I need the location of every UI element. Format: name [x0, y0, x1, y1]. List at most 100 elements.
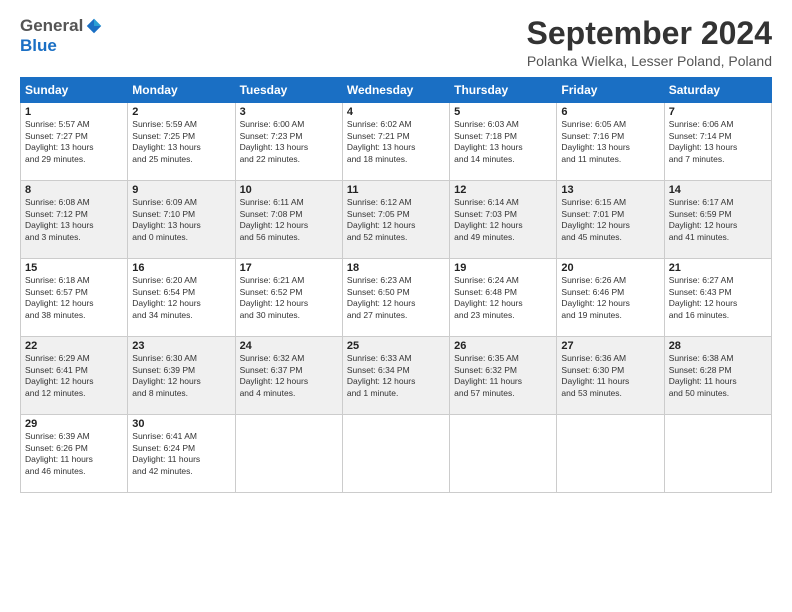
day-info: Sunrise: 6:33 AM Sunset: 6:34 PM Dayligh… — [347, 353, 445, 399]
table-row: 6Sunrise: 6:05 AM Sunset: 7:16 PM Daylig… — [557, 103, 664, 181]
table-row: 13Sunrise: 6:15 AM Sunset: 7:01 PM Dayli… — [557, 181, 664, 259]
title-section: September 2024 Polanka Wielka, Lesser Po… — [527, 16, 772, 69]
day-number: 4 — [347, 106, 445, 118]
table-row: 24Sunrise: 6:32 AM Sunset: 6:37 PM Dayli… — [235, 337, 342, 415]
day-number: 28 — [669, 340, 767, 352]
day-number: 15 — [25, 262, 123, 274]
day-number: 23 — [132, 340, 230, 352]
day-number: 19 — [454, 262, 552, 274]
table-row: 16Sunrise: 6:20 AM Sunset: 6:54 PM Dayli… — [128, 259, 235, 337]
day-info: Sunrise: 6:15 AM Sunset: 7:01 PM Dayligh… — [561, 197, 659, 243]
day-info: Sunrise: 6:03 AM Sunset: 7:18 PM Dayligh… — [454, 119, 552, 165]
day-number: 18 — [347, 262, 445, 274]
col-monday: Monday — [128, 78, 235, 103]
day-number: 1 — [25, 106, 123, 118]
table-row: 25Sunrise: 6:33 AM Sunset: 6:34 PM Dayli… — [342, 337, 449, 415]
table-row: 23Sunrise: 6:30 AM Sunset: 6:39 PM Dayli… — [128, 337, 235, 415]
table-row: 7Sunrise: 6:06 AM Sunset: 7:14 PM Daylig… — [664, 103, 771, 181]
table-row: 19Sunrise: 6:24 AM Sunset: 6:48 PM Dayli… — [450, 259, 557, 337]
calendar-week-row: 22Sunrise: 6:29 AM Sunset: 6:41 PM Dayli… — [21, 337, 772, 415]
table-row — [664, 415, 771, 493]
day-number: 8 — [25, 184, 123, 196]
col-friday: Friday — [557, 78, 664, 103]
day-number: 7 — [669, 106, 767, 118]
day-info: Sunrise: 6:18 AM Sunset: 6:57 PM Dayligh… — [25, 275, 123, 321]
day-number: 14 — [669, 184, 767, 196]
day-info: Sunrise: 6:21 AM Sunset: 6:52 PM Dayligh… — [240, 275, 338, 321]
day-number: 24 — [240, 340, 338, 352]
table-row: 12Sunrise: 6:14 AM Sunset: 7:03 PM Dayli… — [450, 181, 557, 259]
day-number: 25 — [347, 340, 445, 352]
table-row: 18Sunrise: 6:23 AM Sunset: 6:50 PM Dayli… — [342, 259, 449, 337]
col-saturday: Saturday — [664, 78, 771, 103]
page-header: General Blue September 2024 Polanka Wiel… — [20, 16, 772, 69]
day-info: Sunrise: 6:02 AM Sunset: 7:21 PM Dayligh… — [347, 119, 445, 165]
day-info: Sunrise: 6:36 AM Sunset: 6:30 PM Dayligh… — [561, 353, 659, 399]
day-number: 30 — [132, 418, 230, 430]
table-row — [557, 415, 664, 493]
day-info: Sunrise: 6:08 AM Sunset: 7:12 PM Dayligh… — [25, 197, 123, 243]
table-row: 10Sunrise: 6:11 AM Sunset: 7:08 PM Dayli… — [235, 181, 342, 259]
table-row: 2Sunrise: 5:59 AM Sunset: 7:25 PM Daylig… — [128, 103, 235, 181]
table-row: 30Sunrise: 6:41 AM Sunset: 6:24 PM Dayli… — [128, 415, 235, 493]
day-number: 12 — [454, 184, 552, 196]
col-thursday: Thursday — [450, 78, 557, 103]
day-info: Sunrise: 5:59 AM Sunset: 7:25 PM Dayligh… — [132, 119, 230, 165]
day-number: 2 — [132, 106, 230, 118]
table-row: 26Sunrise: 6:35 AM Sunset: 6:32 PM Dayli… — [450, 337, 557, 415]
col-wednesday: Wednesday — [342, 78, 449, 103]
day-info: Sunrise: 6:00 AM Sunset: 7:23 PM Dayligh… — [240, 119, 338, 165]
table-row: 20Sunrise: 6:26 AM Sunset: 6:46 PM Dayli… — [557, 259, 664, 337]
calendar-week-row: 8Sunrise: 6:08 AM Sunset: 7:12 PM Daylig… — [21, 181, 772, 259]
table-row — [342, 415, 449, 493]
calendar-week-row: 15Sunrise: 6:18 AM Sunset: 6:57 PM Dayli… — [21, 259, 772, 337]
day-info: Sunrise: 6:05 AM Sunset: 7:16 PM Dayligh… — [561, 119, 659, 165]
table-row: 27Sunrise: 6:36 AM Sunset: 6:30 PM Dayli… — [557, 337, 664, 415]
day-info: Sunrise: 6:26 AM Sunset: 6:46 PM Dayligh… — [561, 275, 659, 321]
col-tuesday: Tuesday — [235, 78, 342, 103]
table-row — [235, 415, 342, 493]
day-info: Sunrise: 6:06 AM Sunset: 7:14 PM Dayligh… — [669, 119, 767, 165]
calendar-week-row: 1Sunrise: 5:57 AM Sunset: 7:27 PM Daylig… — [21, 103, 772, 181]
day-number: 21 — [669, 262, 767, 274]
logo: General Blue — [20, 16, 103, 56]
logo-general: General — [20, 16, 83, 36]
table-row: 4Sunrise: 6:02 AM Sunset: 7:21 PM Daylig… — [342, 103, 449, 181]
day-number: 13 — [561, 184, 659, 196]
table-row: 14Sunrise: 6:17 AM Sunset: 6:59 PM Dayli… — [664, 181, 771, 259]
month-title: September 2024 — [527, 16, 772, 51]
table-row: 3Sunrise: 6:00 AM Sunset: 7:23 PM Daylig… — [235, 103, 342, 181]
day-number: 6 — [561, 106, 659, 118]
day-info: Sunrise: 6:27 AM Sunset: 6:43 PM Dayligh… — [669, 275, 767, 321]
day-number: 26 — [454, 340, 552, 352]
table-row — [450, 415, 557, 493]
table-row: 11Sunrise: 6:12 AM Sunset: 7:05 PM Dayli… — [342, 181, 449, 259]
table-row: 29Sunrise: 6:39 AM Sunset: 6:26 PM Dayli… — [21, 415, 128, 493]
table-row: 15Sunrise: 6:18 AM Sunset: 6:57 PM Dayli… — [21, 259, 128, 337]
day-info: Sunrise: 5:57 AM Sunset: 7:27 PM Dayligh… — [25, 119, 123, 165]
day-info: Sunrise: 6:41 AM Sunset: 6:24 PM Dayligh… — [132, 431, 230, 477]
day-number: 16 — [132, 262, 230, 274]
table-row: 5Sunrise: 6:03 AM Sunset: 7:18 PM Daylig… — [450, 103, 557, 181]
day-number: 17 — [240, 262, 338, 274]
logo-icon — [85, 17, 103, 35]
day-number: 10 — [240, 184, 338, 196]
day-info: Sunrise: 6:29 AM Sunset: 6:41 PM Dayligh… — [25, 353, 123, 399]
day-info: Sunrise: 6:23 AM Sunset: 6:50 PM Dayligh… — [347, 275, 445, 321]
table-row: 1Sunrise: 5:57 AM Sunset: 7:27 PM Daylig… — [21, 103, 128, 181]
day-info: Sunrise: 6:35 AM Sunset: 6:32 PM Dayligh… — [454, 353, 552, 399]
day-number: 27 — [561, 340, 659, 352]
day-number: 9 — [132, 184, 230, 196]
day-info: Sunrise: 6:39 AM Sunset: 6:26 PM Dayligh… — [25, 431, 123, 477]
calendar-header-row: Sunday Monday Tuesday Wednesday Thursday… — [21, 78, 772, 103]
location: Polanka Wielka, Lesser Poland, Poland — [527, 53, 772, 69]
table-row: 8Sunrise: 6:08 AM Sunset: 7:12 PM Daylig… — [21, 181, 128, 259]
col-sunday: Sunday — [21, 78, 128, 103]
calendar-table: Sunday Monday Tuesday Wednesday Thursday… — [20, 77, 772, 493]
day-info: Sunrise: 6:32 AM Sunset: 6:37 PM Dayligh… — [240, 353, 338, 399]
day-number: 22 — [25, 340, 123, 352]
table-row: 28Sunrise: 6:38 AM Sunset: 6:28 PM Dayli… — [664, 337, 771, 415]
day-info: Sunrise: 6:11 AM Sunset: 7:08 PM Dayligh… — [240, 197, 338, 243]
day-info: Sunrise: 6:09 AM Sunset: 7:10 PM Dayligh… — [132, 197, 230, 243]
day-info: Sunrise: 6:24 AM Sunset: 6:48 PM Dayligh… — [454, 275, 552, 321]
